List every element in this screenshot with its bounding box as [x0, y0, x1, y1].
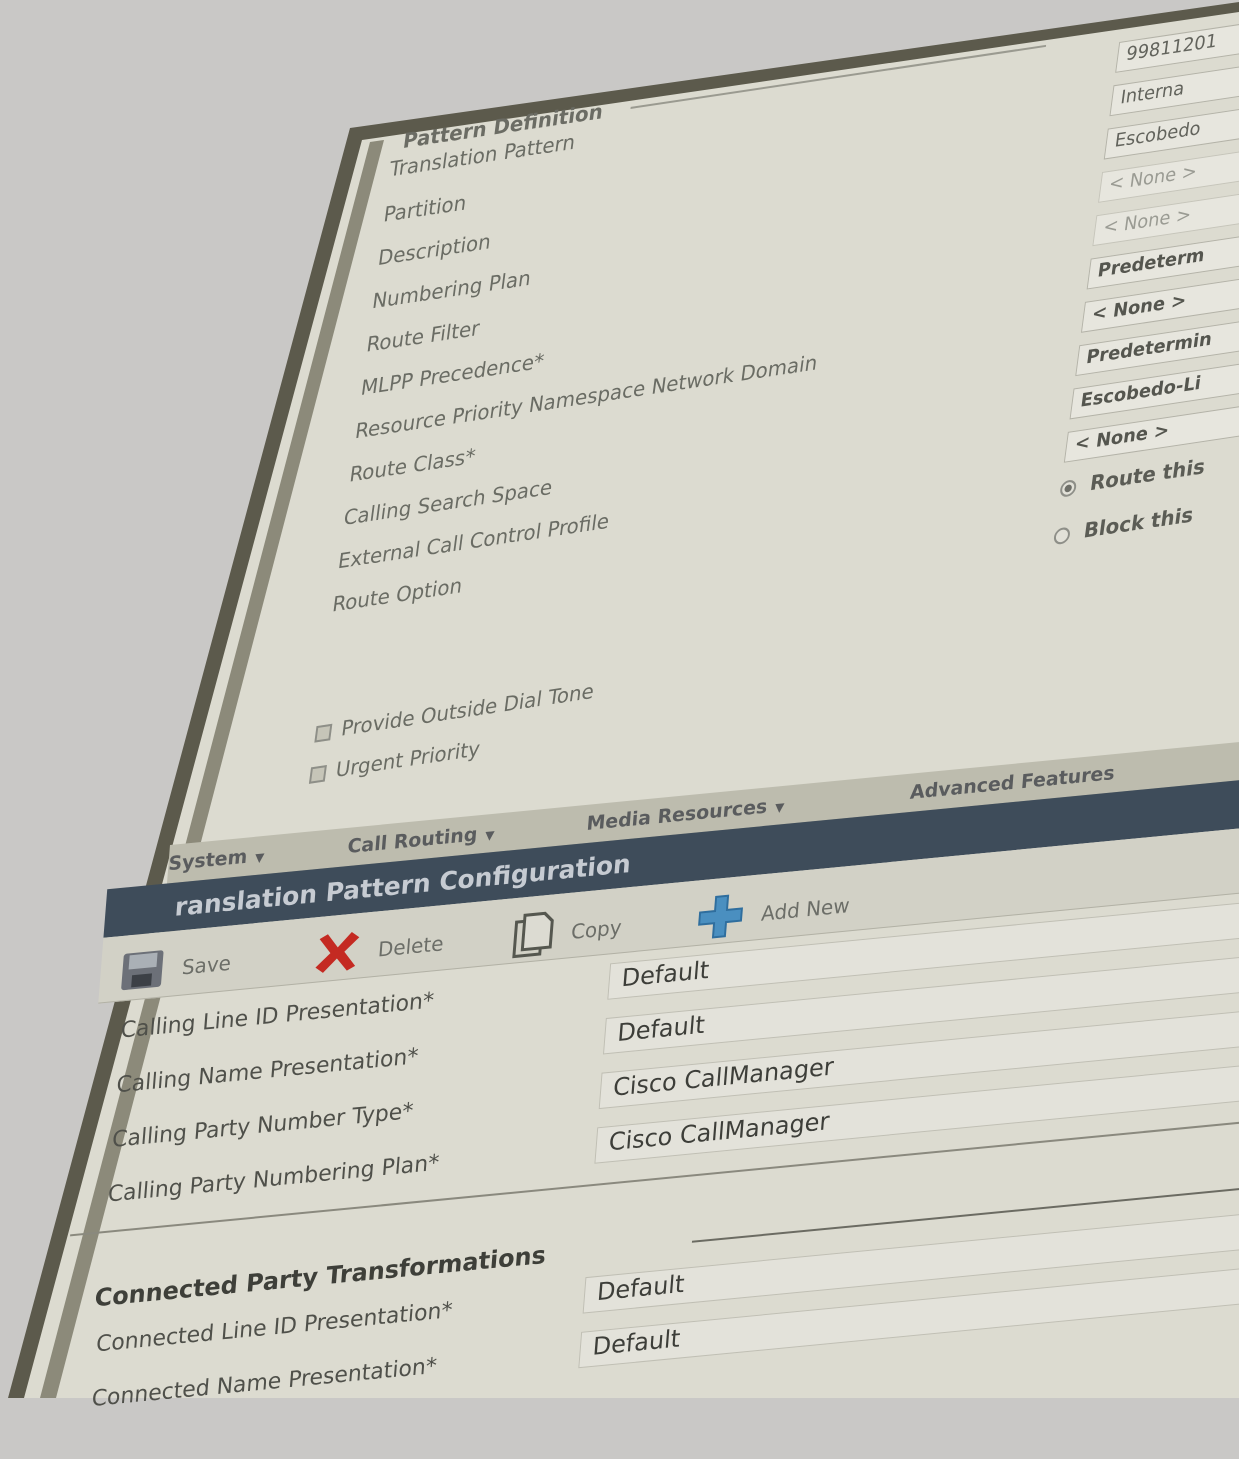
route-this-label: Route this	[1088, 453, 1207, 496]
copy-button[interactable]: Copy	[511, 904, 623, 964]
radio-selected[interactable]	[1059, 478, 1078, 498]
route-option-label: Route Option	[330, 572, 464, 617]
route-this-option[interactable]: Route this	[1059, 454, 1207, 500]
chevron-down-icon: ▼	[254, 849, 265, 865]
route-filter-label: Route Filter	[365, 315, 482, 357]
radio-unselected[interactable]	[1053, 525, 1072, 545]
calling-name-label: Calling Name Presentation*	[115, 1044, 420, 1099]
mlpp-precedence-label: MLPP Precedence*	[359, 348, 546, 401]
copy-icon	[511, 910, 555, 963]
translation-pattern-page: System ▼ Call Routing ▼ Media Resources ▼ A…	[70, 734, 1239, 1453]
delete-label: Delete	[377, 931, 445, 962]
partition-label: Partition	[382, 189, 468, 227]
copy-label: Copy	[570, 914, 623, 945]
block-this-label: Block this	[1082, 501, 1195, 543]
menu-call-routing[interactable]: Call Routing ▼	[347, 822, 496, 858]
urgent-priority-label: Urgent Priority	[334, 735, 482, 783]
translation-pattern-input[interactable]: 99811201	[1115, 12, 1239, 73]
pattern-definition-panel: Pattern Definition Translation Pattern 9…	[303, 0, 1239, 831]
save-icon	[118, 948, 165, 998]
delete-icon	[312, 929, 362, 981]
urgent-priority-checkbox[interactable]	[308, 764, 327, 784]
save-button[interactable]: Save	[118, 941, 232, 997]
menu-call-routing-label: Call Routing	[346, 823, 479, 859]
outside-dial-tone-row[interactable]: Provide Outside Dial Tone	[314, 678, 595, 744]
add-new-label: Add New	[760, 892, 851, 926]
fieldset-line	[630, 44, 1047, 109]
plus-icon	[695, 892, 745, 946]
route-class-label: Route Class*	[348, 443, 477, 487]
resource-priority-label: Resource Priority Namespace Network Doma…	[353, 349, 819, 444]
outside-dial-tone-checkbox[interactable]	[314, 723, 333, 743]
calling-party-number-type-label: Calling Party Number Type*	[111, 1098, 415, 1154]
chevron-down-icon: ▼	[484, 827, 495, 843]
connected-party-legend: Connected Party Transformations	[93, 1240, 548, 1313]
block-this-option[interactable]: Block this	[1053, 502, 1195, 548]
outside-dial-tone-label: Provide Outside Dial Tone	[339, 678, 596, 741]
delete-button[interactable]: Delete	[312, 921, 445, 981]
description-label: Description	[376, 228, 493, 271]
urgent-priority-row[interactable]: Urgent Priority	[308, 735, 482, 786]
menu-system[interactable]: System ▼	[168, 844, 266, 876]
save-label: Save	[181, 950, 232, 980]
add-new-button[interactable]: Add New	[695, 882, 851, 946]
numbering-plan-label: Numbering Plan	[370, 265, 533, 314]
chevron-down-icon: ▼	[774, 799, 785, 815]
calling-party-numbering-plan-label: Calling Party Numbering Plan*	[106, 1150, 441, 1208]
menu-system-label: System	[167, 845, 249, 876]
connected-name-label: Connected Name Presentation*	[90, 1353, 438, 1413]
